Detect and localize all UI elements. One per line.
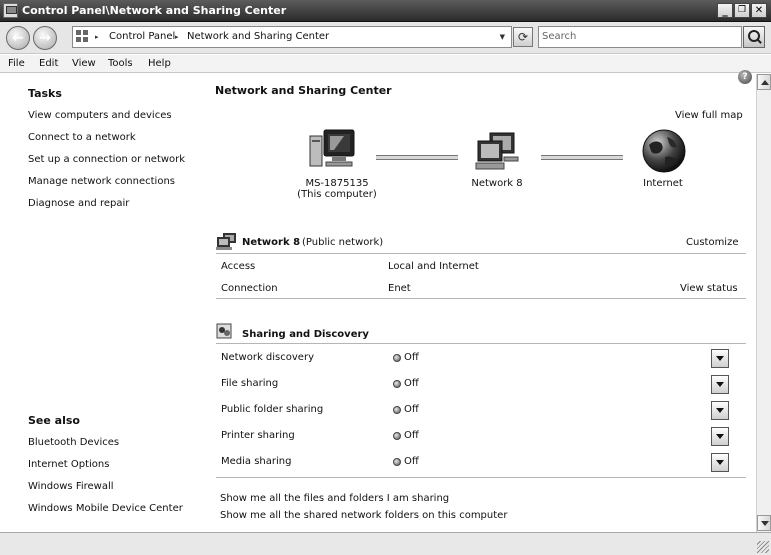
breadcrumb-chevron-icon[interactable]: ▸ [95,33,99,41]
customize-link[interactable]: Customize [686,237,739,248]
divider [216,477,746,478]
internet-label: Internet [643,178,683,189]
address-dropdown-icon[interactable]: ▼ [500,33,505,41]
status-off-icon [393,380,401,388]
vertical-scrollbar[interactable] [756,74,771,532]
title-bar[interactable]: Control Panel\Network and Sharing Center… [0,0,771,22]
control-panel-icon [3,3,18,18]
file-sharing-status: Off [404,378,419,389]
refresh-icon: ⟳ [517,30,529,44]
public-folder-sharing-expand-button[interactable] [711,401,729,420]
menu-tools[interactable]: Tools [108,58,133,69]
network-name: Network 8 [242,237,301,248]
status-off-icon [393,406,401,414]
access-value: Local and Internet [388,261,479,272]
media-sharing-status: Off [404,456,419,467]
task-diagnose-repair[interactable]: Diagnose and repair [28,198,129,209]
scroll-up-icon[interactable] [757,74,771,90]
see-also-internet-options[interactable]: Internet Options [28,459,109,470]
connection-line [541,155,623,160]
sharing-icon [216,323,232,339]
see-also-bluetooth[interactable]: Bluetooth Devices [28,437,119,448]
see-also-mobile-device-center[interactable]: Windows Mobile Device Center [28,503,183,514]
search-input[interactable]: Search [538,26,742,48]
forward-arrow-icon: → [39,30,51,46]
task-setup-connection[interactable]: Set up a connection or network [28,154,185,165]
breadcrumb-control-panel[interactable]: Control Panel [109,31,175,42]
address-toolbar: ← → ▸ Control Panel ▸ Network and Sharin… [0,22,771,54]
show-shared-files-link[interactable]: Show me all the files and folders I am s… [220,493,449,504]
network-small-icon [216,233,236,250]
network-icon[interactable] [474,131,524,175]
close-button[interactable]: ✕ [751,3,767,18]
status-off-icon [393,432,401,440]
resize-grip-icon[interactable] [757,541,769,553]
address-bar[interactable]: ▸ Control Panel ▸ Network and Sharing Ce… [72,26,512,48]
computer-icon[interactable] [308,128,358,174]
see-also-header: See also [28,414,80,427]
divider [216,253,746,254]
refresh-button[interactable]: ⟳ [513,27,533,47]
access-label: Access [221,261,256,272]
network-type: (Public network) [302,237,384,248]
network-discovery-status: Off [404,352,419,363]
see-also-firewall[interactable]: Windows Firewall [28,481,114,492]
page-title: Network and Sharing Center [215,84,392,97]
restore-button[interactable]: ❐ [734,3,750,18]
this-computer-label: (This computer) [297,189,377,200]
file-sharing-label: File sharing [221,378,279,389]
search-button[interactable] [743,26,765,48]
internet-globe-icon[interactable] [641,129,689,175]
printer-sharing-label: Printer sharing [221,430,295,441]
help-icon[interactable]: ? [738,70,752,84]
status-bar [0,532,771,555]
media-sharing-label: Media sharing [221,456,292,467]
back-button[interactable]: ← [6,26,30,50]
divider [216,298,746,299]
divider [216,343,746,344]
network-discovery-expand-button[interactable] [711,349,729,368]
file-sharing-expand-button[interactable] [711,375,729,394]
minimize-button[interactable]: _ [717,3,733,18]
view-status-link[interactable]: View status [680,283,738,294]
public-folder-sharing-label: Public folder sharing [221,404,324,415]
view-full-map-link[interactable]: View full map [675,110,743,121]
left-task-pane: Tasks View computers and devices Connect… [0,74,193,532]
media-sharing-expand-button[interactable] [711,453,729,472]
breadcrumb-chevron-icon[interactable]: ▸ [175,33,179,41]
connection-label: Connection [221,283,278,294]
menu-bar: File Edit View Tools Help [0,55,771,73]
public-folder-sharing-status: Off [404,404,419,415]
connection-value: Enet [388,283,411,294]
show-shared-folders-link[interactable]: Show me all the shared network folders o… [220,510,507,521]
menu-view[interactable]: View [72,58,96,69]
connection-line [376,155,458,160]
control-panel-small-icon [76,30,90,44]
scroll-down-icon[interactable] [757,515,771,531]
printer-sharing-status: Off [404,430,419,441]
task-view-computers[interactable]: View computers and devices [28,110,172,121]
network-name-label: Network 8 [471,178,523,189]
sharing-discovery-title: Sharing and Discovery [242,329,369,340]
menu-help[interactable]: Help [148,58,171,69]
tasks-header: Tasks [28,87,62,100]
breadcrumb-network-sharing[interactable]: Network and Sharing Center [187,31,329,42]
status-off-icon [393,354,401,362]
status-off-icon [393,458,401,466]
menu-edit[interactable]: Edit [39,58,58,69]
task-connect-network[interactable]: Connect to a network [28,132,136,143]
window-title: Control Panel\Network and Sharing Center [22,4,287,17]
task-manage-connections[interactable]: Manage network connections [28,176,175,187]
forward-button[interactable]: → [33,26,57,50]
printer-sharing-expand-button[interactable] [711,427,729,446]
network-discovery-label: Network discovery [221,352,314,363]
menu-file[interactable]: File [8,58,25,69]
back-arrow-icon: ← [12,30,24,46]
computer-name-label: MS-1875135 [305,178,369,189]
